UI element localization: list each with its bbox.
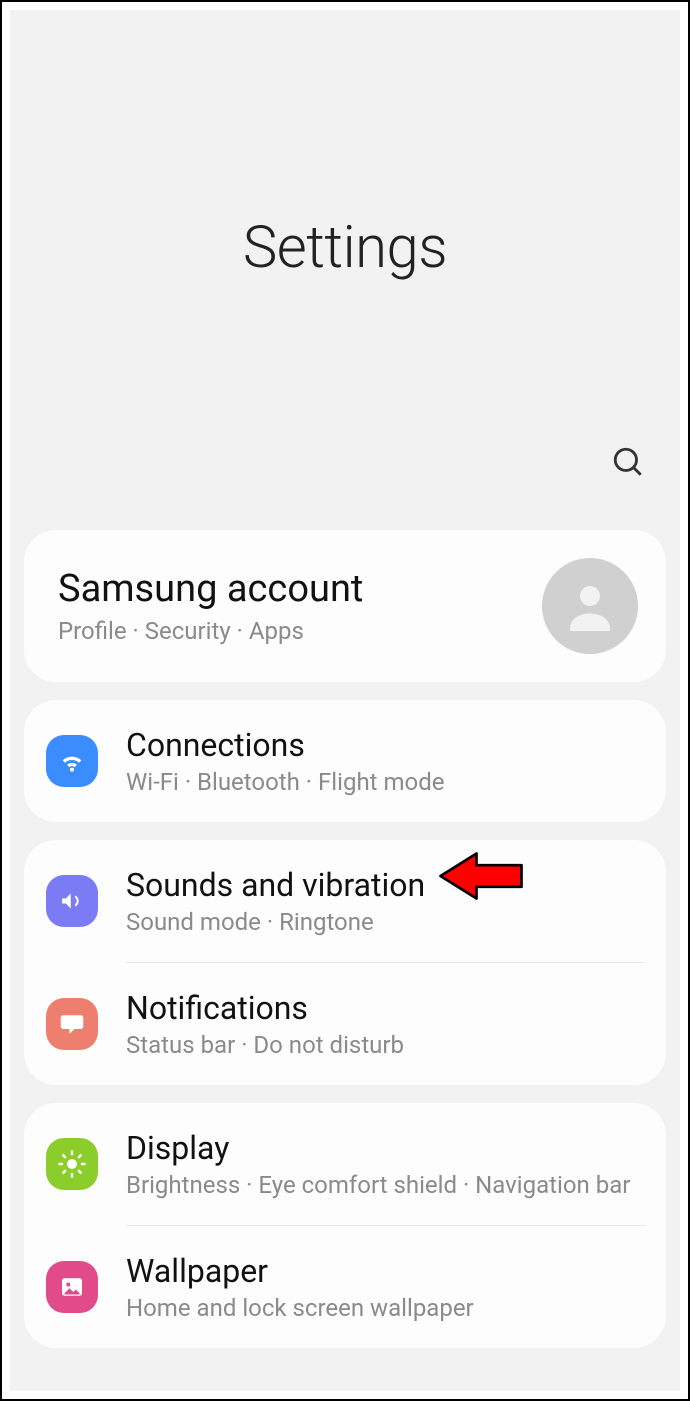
settings-list[interactable]: Samsung account Profile · Security · App… bbox=[10, 530, 680, 1366]
group-connections: Connections Wi-Fi · Bluetooth · Flight m… bbox=[24, 700, 666, 822]
row-connections[interactable]: Connections Wi-Fi · Bluetooth · Flight m… bbox=[24, 700, 666, 822]
row-display[interactable]: Display Brightness · Eye comfort shield … bbox=[24, 1103, 666, 1225]
avatar bbox=[542, 558, 638, 654]
row-wallpaper[interactable]: Wallpaper Home and lock screen wallpaper bbox=[24, 1226, 666, 1348]
row-subtitle: Sound mode · Ringtone bbox=[126, 908, 425, 936]
account-card: Samsung account Profile · Security · App… bbox=[24, 530, 666, 682]
row-subtitle: Status bar · Do not disturb bbox=[126, 1031, 404, 1059]
group-display-wallpaper: Display Brightness · Eye comfort shield … bbox=[24, 1103, 666, 1348]
annotation-arrow bbox=[436, 846, 526, 906]
row-subtitle: Home and lock screen wallpaper bbox=[126, 1294, 474, 1322]
row-title: Wallpaper bbox=[126, 1252, 474, 1290]
person-icon bbox=[560, 576, 620, 636]
screen: Settings Samsung account Profile · Secur… bbox=[10, 10, 680, 1391]
header: Settings bbox=[10, 10, 680, 506]
row-subtitle: Wi-Fi · Bluetooth · Flight mode bbox=[126, 768, 444, 796]
samsung-account-row[interactable]: Samsung account Profile · Security · App… bbox=[24, 530, 666, 682]
sun-icon bbox=[46, 1138, 98, 1190]
row-title: Connections bbox=[126, 726, 444, 764]
search-button[interactable] bbox=[606, 440, 650, 484]
speech-icon bbox=[46, 998, 98, 1050]
row-title: Sounds and vibration bbox=[126, 866, 425, 904]
wifi-icon bbox=[46, 735, 98, 787]
row-notifications[interactable]: Notifications Status bar · Do not distur… bbox=[24, 963, 666, 1085]
row-subtitle: Brightness · Eye comfort shield · Naviga… bbox=[126, 1171, 630, 1199]
search-icon bbox=[611, 445, 645, 479]
account-title: Samsung account bbox=[58, 567, 363, 611]
row-title: Notifications bbox=[126, 989, 404, 1027]
volume-icon bbox=[46, 875, 98, 927]
row-title: Display bbox=[126, 1129, 630, 1167]
row-sounds[interactable]: Sounds and vibration Sound mode · Ringto… bbox=[24, 840, 666, 962]
image-icon bbox=[46, 1261, 98, 1313]
account-subtitle: Profile · Security · Apps bbox=[58, 617, 363, 645]
page-title: Settings bbox=[243, 214, 447, 282]
group-sounds-notifications: Sounds and vibration Sound mode · Ringto… bbox=[24, 840, 666, 1085]
